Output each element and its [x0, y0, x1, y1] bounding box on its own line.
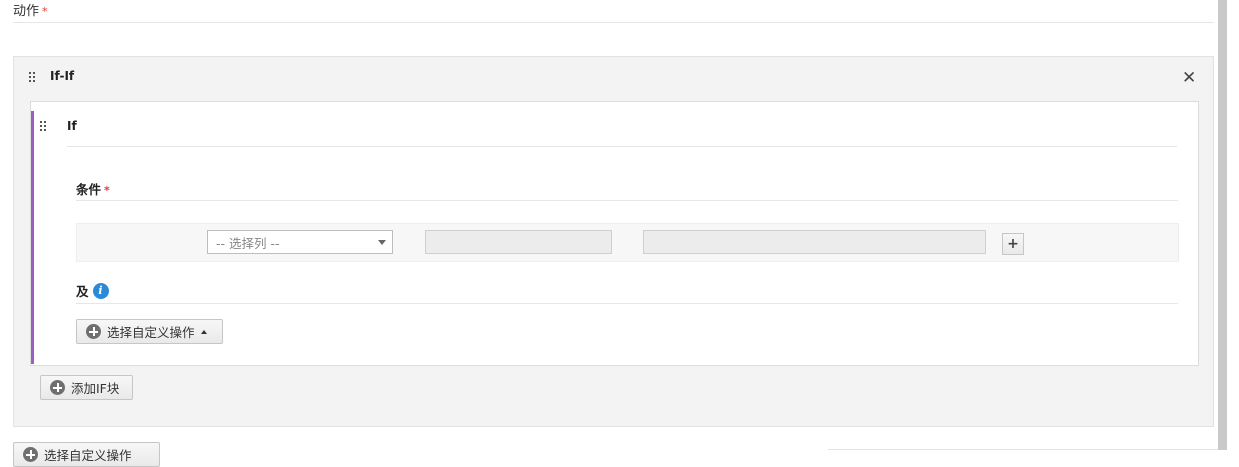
- plus-circle-icon: [23, 447, 38, 462]
- drag-handle-icon[interactable]: [40, 121, 48, 133]
- select-custom-action-button[interactable]: 选择自定义操作: [76, 319, 223, 344]
- action-label: 动作 *: [13, 0, 48, 19]
- and-label-text: 及: [76, 284, 89, 299]
- divider: [67, 146, 1177, 147]
- select-custom-action-label: 选择自定义操作: [107, 325, 195, 340]
- condition-label: 条件 *: [76, 179, 110, 198]
- condition-label-text: 条件: [76, 182, 102, 197]
- plus-circle-icon: [86, 324, 101, 339]
- and-label: 及 i: [76, 281, 109, 300]
- drag-handle-icon[interactable]: [29, 72, 37, 84]
- block-title: If-If: [50, 69, 75, 83]
- operator-field[interactable]: [425, 230, 612, 254]
- condition-row: -- 选择列 -- +: [76, 223, 1179, 262]
- column-select-placeholder: -- 选择列 --: [216, 235, 280, 251]
- divider: [76, 303, 1178, 304]
- divider: [76, 200, 1178, 201]
- info-icon[interactable]: i: [92, 282, 109, 299]
- bottom-button-label: 选择自定义操作: [44, 448, 132, 463]
- divider: [13, 22, 1214, 23]
- value-field[interactable]: [643, 230, 986, 254]
- caret-up-icon: [200, 329, 207, 334]
- scrollbar[interactable]: [1218, 0, 1227, 450]
- add-condition-button[interactable]: +: [1002, 233, 1024, 255]
- if-accent-bar: [31, 111, 34, 364]
- chevron-down-icon: [378, 239, 386, 245]
- add-if-block-button[interactable]: 添加IF块: [40, 375, 133, 400]
- required-mark: *: [42, 5, 48, 18]
- if-panel: If 条件 * -- 选择列 -- + 及 i 选择自定义操作: [30, 101, 1199, 366]
- action-label-text: 动作: [13, 4, 40, 19]
- close-icon[interactable]: ✕: [1182, 68, 1196, 88]
- plus-circle-icon: [50, 380, 65, 395]
- if-title: If: [67, 119, 77, 133]
- column-select[interactable]: -- 选择列 --: [207, 230, 393, 254]
- add-if-block-label: 添加IF块: [71, 381, 120, 396]
- required-mark: *: [104, 184, 110, 197]
- if-if-panel: If-If ✕ If 条件 * -- 选择列 -- + 及 i 选择自定义操作 …: [13, 56, 1214, 427]
- select-custom-action-button-bottom[interactable]: 选择自定义操作: [13, 442, 160, 467]
